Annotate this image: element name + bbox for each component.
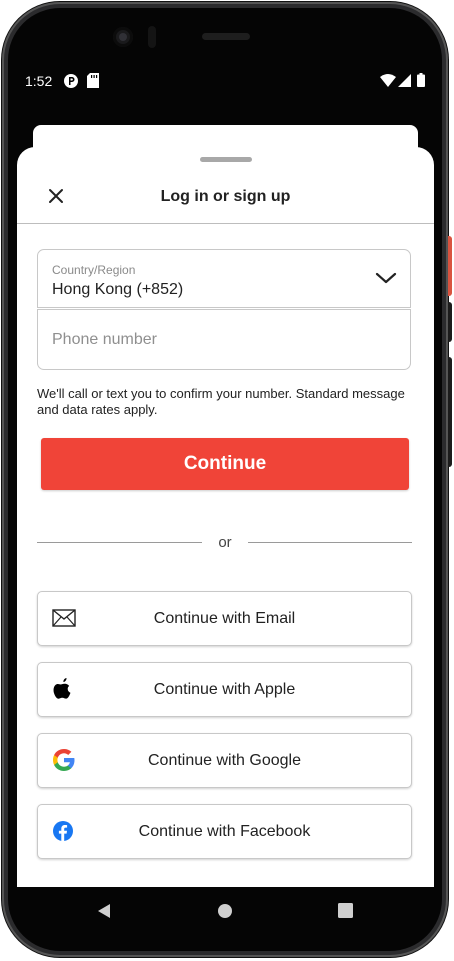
power-button [448, 357, 452, 467]
continue-with-email-button[interactable]: Continue with Email [37, 591, 412, 646]
continue-with-facebook-button[interactable]: Continue with Facebook [37, 804, 412, 859]
country-region-select[interactable]: Country/Region Hong Kong (+852) [37, 249, 411, 308]
sd-card-icon [87, 73, 99, 91]
disclaimer-text: We'll call or text you to confirm your n… [37, 386, 405, 417]
status-bar: 1:52 [17, 64, 434, 98]
page-title: Log in or sign up [160, 188, 291, 205]
recents-icon[interactable] [338, 903, 353, 923]
android-navigation-bar [17, 887, 434, 935]
country-region-label: Country/Region [52, 263, 136, 277]
login-bottom-sheet: Log in or sign up Country/Region Hong Ko… [17, 147, 434, 887]
continue-with-google-button[interactable]: Continue with Google [37, 733, 412, 788]
divider-or: or [218, 534, 232, 551]
status-time: 1:52 [25, 73, 53, 89]
divider-line-right [248, 542, 412, 543]
social-button-label: Continue with Apple [153, 681, 296, 698]
side-button-highlight [448, 236, 452, 296]
wifi-icon [380, 74, 396, 90]
battery-icon [417, 73, 425, 90]
camera-icon [113, 27, 133, 47]
phone-number-input[interactable] [37, 310, 411, 370]
side-button [448, 302, 452, 342]
divider-line-left [37, 542, 202, 543]
social-button-label: Continue with Email [153, 610, 296, 627]
country-region-value: Hong Kong (+852) [52, 281, 184, 298]
continue-button[interactable]: Continue [41, 438, 409, 490]
drag-handle[interactable] [200, 157, 252, 162]
app-notification-icon [63, 73, 79, 92]
continue-with-apple-button[interactable]: Continue with Apple [37, 662, 412, 717]
sheet-header: Log in or sign up [17, 165, 434, 224]
earpiece-speaker [202, 33, 250, 40]
social-button-label: Continue with Google [148, 752, 301, 769]
social-button-label: Continue with Facebook [138, 823, 311, 840]
home-icon[interactable] [217, 903, 233, 924]
sensor [148, 26, 156, 48]
back-icon[interactable] [96, 903, 112, 924]
cellular-signal-icon [398, 74, 411, 90]
chevron-down-icon [375, 272, 397, 284]
